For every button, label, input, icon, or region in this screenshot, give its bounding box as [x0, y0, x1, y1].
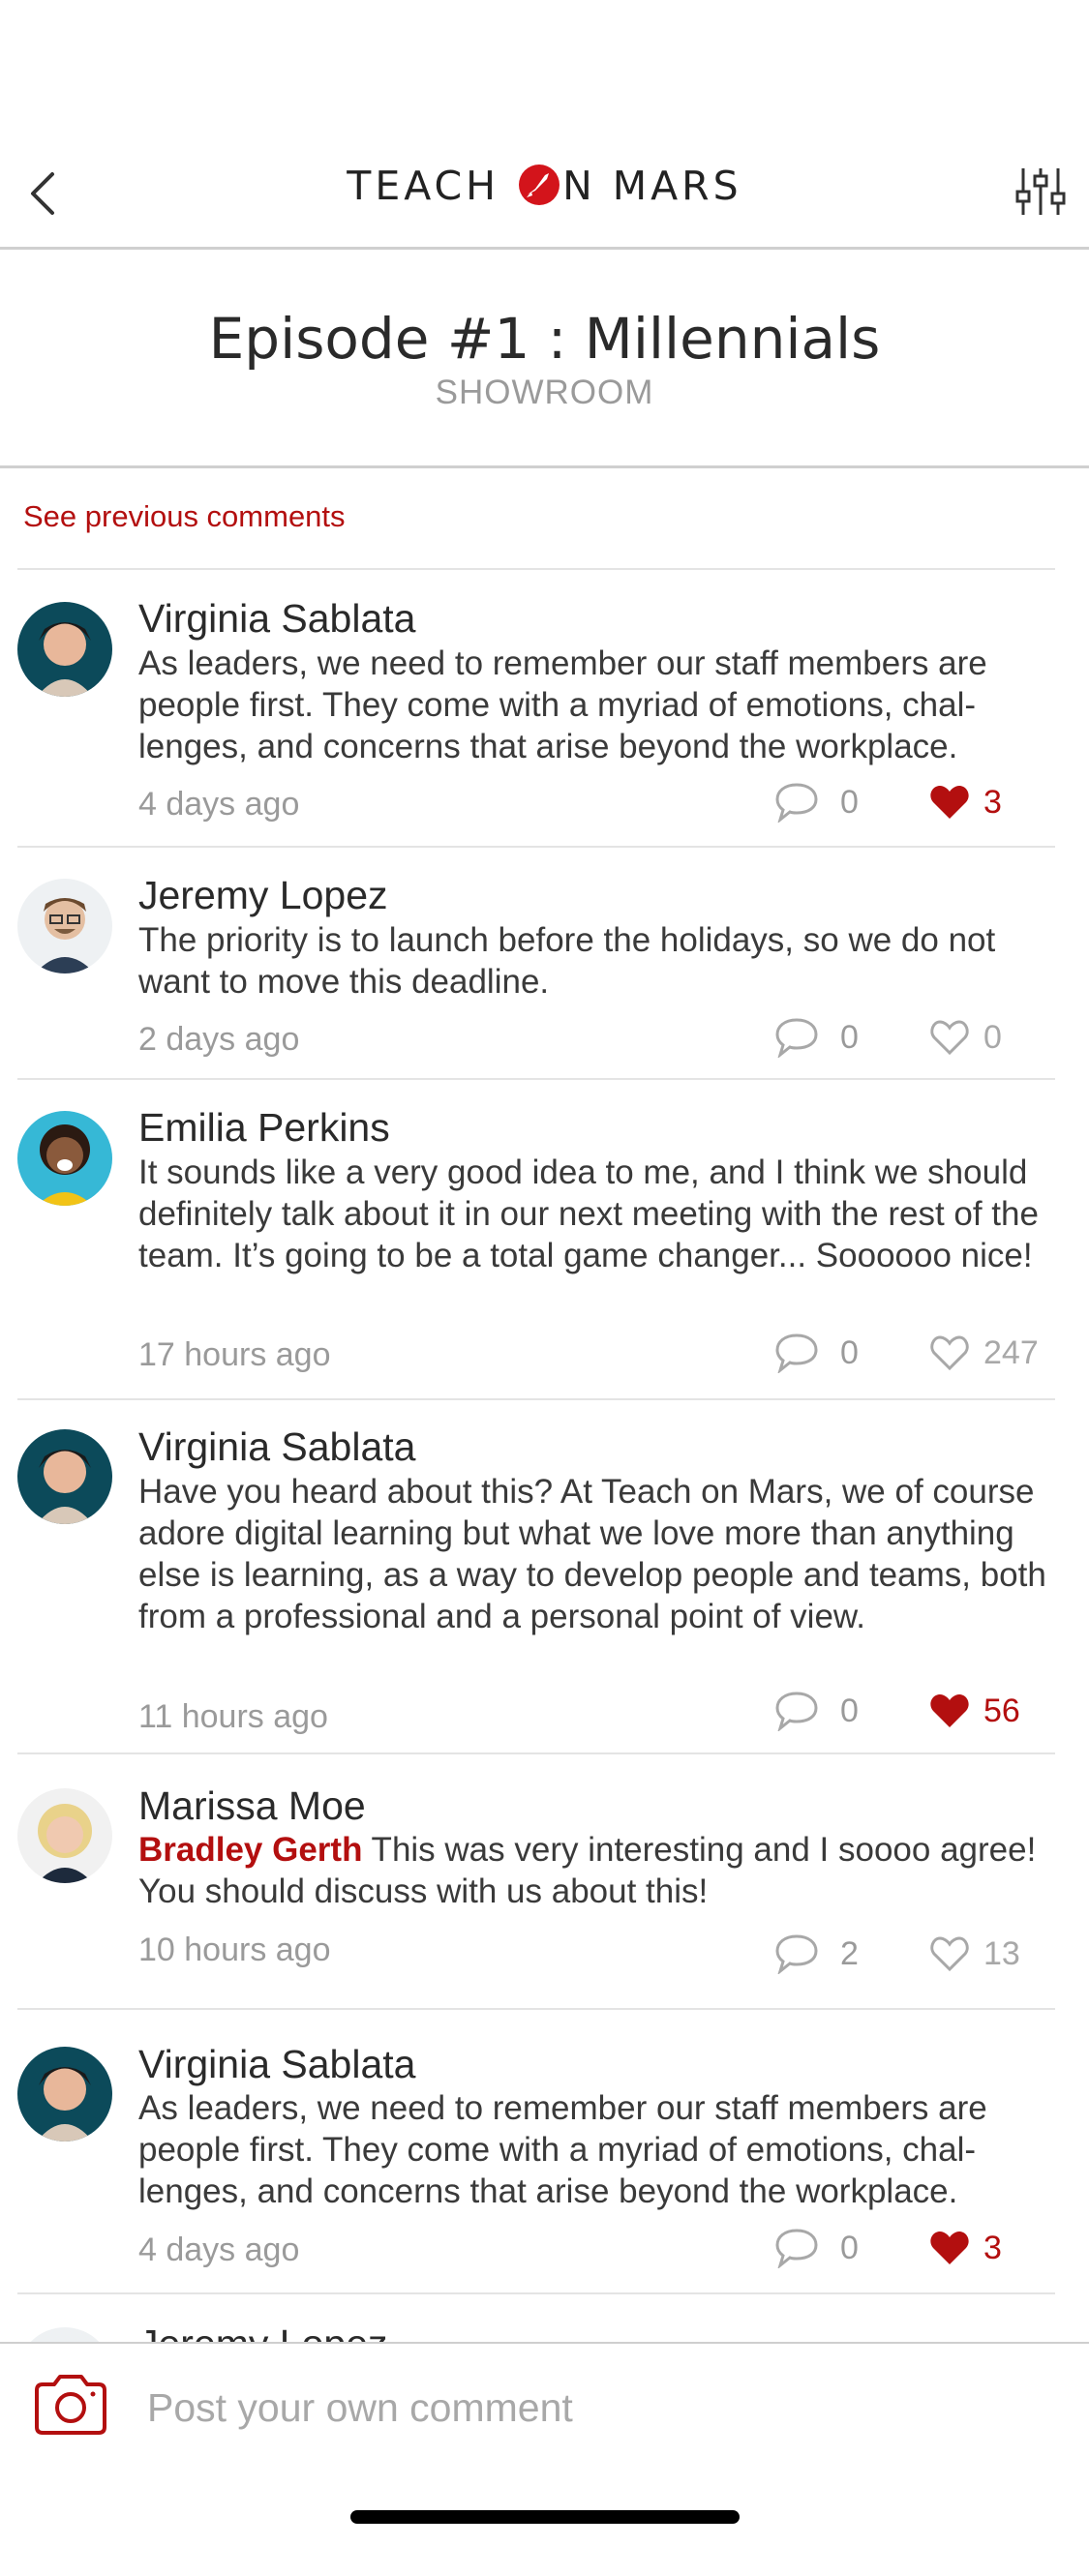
reply-button[interactable]: 0: [774, 2226, 859, 2270]
speech-bubble-icon: [775, 1018, 818, 1058]
comment-text: As leaders, we need to remember our staf…: [138, 2089, 987, 2210]
reply-count: 2: [840, 1934, 859, 1972]
brand-text-end: N MARS: [562, 163, 742, 209]
camera-button[interactable]: [33, 2373, 108, 2437]
speech-bubble-icon: [775, 2229, 818, 2268]
reply-count: 0: [840, 783, 859, 821]
reply-count: 0: [840, 1692, 859, 1729]
camera-icon: [35, 2375, 106, 2435]
comment-text: As leaders, we need to remember our staf…: [138, 644, 987, 765]
filter-button[interactable]: [1013, 165, 1068, 219]
speech-bubble-icon: [775, 783, 818, 823]
speech-bubble-icon: [775, 1934, 818, 1974]
like-button[interactable]: 56: [929, 1689, 1020, 1733]
heart-filled-icon: [930, 2232, 969, 2264]
episode-subtitle: SHOWROOM: [435, 374, 654, 411]
comment-time: 2 days ago: [138, 1021, 300, 1058]
divider: [17, 2008, 1055, 2010]
reply-button[interactable]: 0: [774, 1015, 859, 1060]
like-button[interactable]: 247: [929, 1331, 1039, 1375]
reply-count: 0: [840, 1333, 859, 1371]
like-count: 3: [983, 783, 1002, 821]
reply-button[interactable]: 0: [774, 1689, 859, 1733]
comment-input[interactable]: [145, 2382, 1020, 2433]
comment-author[interactable]: Virginia Sablata: [138, 2042, 415, 2087]
brand-text-start: TEACH: [347, 163, 517, 209]
next-comment-peek: Jeremy Lopez: [0, 2318, 1089, 2342]
avatar[interactable]: [17, 1429, 112, 1524]
divider: [17, 1398, 1055, 1400]
like-button[interactable]: 0: [929, 1015, 1002, 1060]
comment-author: Jeremy Lopez: [138, 2321, 388, 2342]
avatar[interactable]: [17, 879, 112, 973]
heart-filled-icon: [930, 1694, 969, 1727]
speech-bubble-icon: [775, 1333, 818, 1373]
avatar[interactable]: [17, 1111, 112, 1206]
comment-author[interactable]: Virginia Sablata: [138, 596, 415, 642]
episode-title: Episode #1 : Millennials: [208, 306, 881, 372]
comment-time: 17 hours ago: [138, 1336, 331, 1373]
like-button[interactable]: 3: [929, 780, 1002, 824]
comment-time: 11 hours ago: [138, 1698, 328, 1735]
reply-button[interactable]: 0: [774, 780, 859, 824]
sliders-icon: [1015, 168, 1066, 215]
comment-composer: [0, 2342, 1089, 2576]
divider: [17, 1078, 1055, 1080]
mention-link[interactable]: Bradley Gerth: [138, 1831, 362, 1869]
divider: [17, 2292, 1055, 2294]
see-previous-comments-link[interactable]: See previous comments: [23, 499, 346, 534]
rocket-icon: [519, 165, 560, 205]
heart-outline-icon: [930, 1936, 969, 1972]
comment-author[interactable]: Virginia Sablata: [138, 1424, 415, 1470]
like-button[interactable]: 3: [929, 2226, 1002, 2270]
home-indicator: [350, 2510, 740, 2524]
heart-filled-icon: [930, 786, 969, 819]
reply-count: 0: [840, 2229, 859, 2266]
heart-outline-icon: [930, 1020, 969, 1056]
comment-text: Bradley Gerth This was very interesting …: [138, 1829, 1058, 1912]
divider: [17, 846, 1055, 848]
like-button[interactable]: 13: [929, 1932, 1020, 1976]
like-count: 56: [983, 1692, 1020, 1729]
reply-count: 0: [840, 1018, 859, 1056]
like-count: 3: [983, 2229, 1002, 2266]
comment-time: 10 hours ago: [138, 1932, 331, 1968]
heart-outline-icon: [930, 1335, 969, 1371]
brand-logo: TEACH N MARS: [0, 163, 1089, 210]
comment-text: It sounds like a very good idea to me, a…: [138, 1153, 1039, 1274]
episode-header: Episode #1 : Millennials SHOWROOM: [0, 250, 1089, 468]
comment-author[interactable]: Emilia Perkins: [138, 1105, 390, 1151]
reply-button[interactable]: 0: [774, 1331, 859, 1375]
comment-text: The priority is to launch before the hol…: [138, 921, 996, 1001]
reply-button[interactable]: 2: [774, 1932, 859, 1976]
like-count: 247: [983, 1333, 1039, 1371]
app-header: TEACH N MARS: [0, 0, 1089, 250]
speech-bubble-icon: [775, 1692, 818, 1731]
avatar[interactable]: [17, 1788, 112, 1883]
comment-text: Have you heard about this? At Teach on M…: [138, 1473, 1046, 1635]
avatar[interactable]: [17, 602, 112, 697]
avatar[interactable]: [17, 2047, 112, 2142]
like-count: 13: [983, 1934, 1020, 1972]
avatar: [17, 2327, 112, 2342]
divider: [17, 1752, 1055, 1754]
divider: [17, 568, 1055, 570]
comment-author[interactable]: Marissa Moe: [138, 1783, 366, 1829]
comment-author[interactable]: Jeremy Lopez: [138, 873, 388, 918]
comment-time: 4 days ago: [138, 786, 300, 823]
like-count: 0: [983, 1018, 1002, 1056]
comment-time: 4 days ago: [138, 2232, 300, 2268]
